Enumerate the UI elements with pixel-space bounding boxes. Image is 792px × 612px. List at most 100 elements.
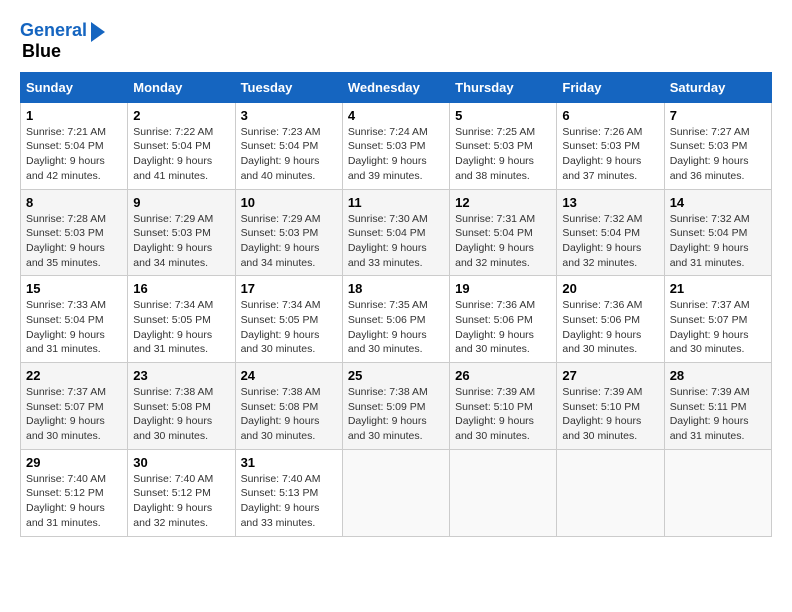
day-info: Sunrise: 7:39 AM Sunset: 5:10 PM Dayligh… [455, 385, 551, 444]
day-number: 9 [133, 195, 229, 210]
calendar-day-7: 7 Sunrise: 7:27 AM Sunset: 5:03 PM Daylig… [664, 102, 771, 189]
day-info: Sunrise: 7:22 AM Sunset: 5:04 PM Dayligh… [133, 125, 229, 184]
empty-cell [664, 449, 771, 536]
empty-cell [450, 449, 557, 536]
calendar-day-13: 13 Sunrise: 7:32 AM Sunset: 5:04 PM Dayli… [557, 189, 664, 276]
weekday-header-sunday: Sunday [21, 72, 128, 102]
day-info: Sunrise: 7:38 AM Sunset: 5:09 PM Dayligh… [348, 385, 444, 444]
calendar-week-4: 22 Sunrise: 7:37 AM Sunset: 5:07 PM Dayli… [21, 363, 772, 450]
weekday-header-friday: Friday [557, 72, 664, 102]
weekday-header-monday: Monday [128, 72, 235, 102]
day-info: Sunrise: 7:25 AM Sunset: 5:03 PM Dayligh… [455, 125, 551, 184]
calendar-day-1: 1 Sunrise: 7:21 AM Sunset: 5:04 PM Daylig… [21, 102, 128, 189]
day-info: Sunrise: 7:34 AM Sunset: 5:05 PM Dayligh… [241, 298, 337, 357]
day-number: 23 [133, 368, 229, 383]
calendar-day-28: 28Sunrise: 7:39 AM Sunset: 5:11 PM Dayli… [664, 363, 771, 450]
page-header: General Blue [20, 20, 772, 62]
day-info: Sunrise: 7:24 AM Sunset: 5:03 PM Dayligh… [348, 125, 444, 184]
empty-cell [342, 449, 449, 536]
day-info: Sunrise: 7:36 AM Sunset: 5:06 PM Dayligh… [562, 298, 658, 357]
calendar-day-30: 30 Sunrise: 7:40 AM Sunset: 5:12 PM Dayli… [128, 449, 235, 536]
calendar-day-19: 19Sunrise: 7:36 AM Sunset: 5:06 PM Dayli… [450, 276, 557, 363]
day-number: 15 [26, 281, 122, 296]
day-number: 2 [133, 108, 229, 123]
day-number: 31 [241, 455, 337, 470]
day-number: 14 [670, 195, 766, 210]
day-number: 8 [26, 195, 122, 210]
day-info: Sunrise: 7:40 AM Sunset: 5:12 PM Dayligh… [133, 472, 229, 531]
day-info: Sunrise: 7:21 AM Sunset: 5:04 PM Dayligh… [26, 125, 122, 184]
logo: General Blue [20, 20, 105, 62]
day-info: Sunrise: 7:39 AM Sunset: 5:10 PM Dayligh… [562, 385, 658, 444]
day-info: Sunrise: 7:33 AM Sunset: 5:04 PM Dayligh… [26, 298, 122, 357]
day-number: 1 [26, 108, 122, 123]
calendar-day-26: 26 Sunrise: 7:39 AM Sunset: 5:10 PM Dayli… [450, 363, 557, 450]
logo-arrow-icon [91, 22, 105, 42]
calendar-day-20: 20 Sunrise: 7:36 AM Sunset: 5:06 PM Dayli… [557, 276, 664, 363]
day-number: 13 [562, 195, 658, 210]
calendar-day-17: 17 Sunrise: 7:34 AM Sunset: 5:05 PM Dayli… [235, 276, 342, 363]
day-info: Sunrise: 7:31 AM Sunset: 5:04 PM Dayligh… [455, 212, 551, 271]
day-number: 20 [562, 281, 658, 296]
day-number: 18 [348, 281, 444, 296]
calendar-day-31: 31 Sunrise: 7:40 AM Sunset: 5:13 PM Dayli… [235, 449, 342, 536]
day-info: Sunrise: 7:37 AM Sunset: 5:07 PM Dayligh… [670, 298, 766, 357]
day-number: 30 [133, 455, 229, 470]
calendar-header: SundayMondayTuesdayWednesdayThursdayFrid… [21, 72, 772, 102]
calendar-week-2: 8 Sunrise: 7:28 AM Sunset: 5:03 PM Daylig… [21, 189, 772, 276]
calendar-day-14: 14 Sunrise: 7:32 AM Sunset: 5:04 PM Dayli… [664, 189, 771, 276]
calendar-day-16: 16Sunrise: 7:34 AM Sunset: 5:05 PM Dayli… [128, 276, 235, 363]
day-number: 25 [348, 368, 444, 383]
day-info: Sunrise: 7:39 AM Sunset: 5:11 PM Dayligh… [670, 385, 766, 444]
calendar-day-18: 18 Sunrise: 7:35 AM Sunset: 5:06 PM Dayli… [342, 276, 449, 363]
day-info: Sunrise: 7:26 AM Sunset: 5:03 PM Dayligh… [562, 125, 658, 184]
calendar-week-3: 15 Sunrise: 7:33 AM Sunset: 5:04 PM Dayli… [21, 276, 772, 363]
empty-cell [557, 449, 664, 536]
day-number: 5 [455, 108, 551, 123]
calendar-day-4: 4 Sunrise: 7:24 AM Sunset: 5:03 PM Daylig… [342, 102, 449, 189]
day-number: 7 [670, 108, 766, 123]
day-number: 22 [26, 368, 122, 383]
day-number: 24 [241, 368, 337, 383]
day-number: 4 [348, 108, 444, 123]
calendar-day-27: 27Sunrise: 7:39 AM Sunset: 5:10 PM Dayli… [557, 363, 664, 450]
day-info: Sunrise: 7:28 AM Sunset: 5:03 PM Dayligh… [26, 212, 122, 271]
weekday-header-wednesday: Wednesday [342, 72, 449, 102]
day-info: Sunrise: 7:27 AM Sunset: 5:03 PM Dayligh… [670, 125, 766, 184]
day-info: Sunrise: 7:23 AM Sunset: 5:04 PM Dayligh… [241, 125, 337, 184]
calendar-day-25: 25 Sunrise: 7:38 AM Sunset: 5:09 PM Dayli… [342, 363, 449, 450]
day-info: Sunrise: 7:38 AM Sunset: 5:08 PM Dayligh… [241, 385, 337, 444]
calendar-day-2: 2 Sunrise: 7:22 AM Sunset: 5:04 PM Daylig… [128, 102, 235, 189]
day-number: 29 [26, 455, 122, 470]
calendar-table: SundayMondayTuesdayWednesdayThursdayFrid… [20, 72, 772, 537]
weekday-header-tuesday: Tuesday [235, 72, 342, 102]
calendar-day-22: 22 Sunrise: 7:37 AM Sunset: 5:07 PM Dayli… [21, 363, 128, 450]
day-number: 26 [455, 368, 551, 383]
day-number: 10 [241, 195, 337, 210]
day-info: Sunrise: 7:29 AM Sunset: 5:03 PM Dayligh… [133, 212, 229, 271]
day-info: Sunrise: 7:32 AM Sunset: 5:04 PM Dayligh… [670, 212, 766, 271]
day-info: Sunrise: 7:37 AM Sunset: 5:07 PM Dayligh… [26, 385, 122, 444]
day-info: Sunrise: 7:30 AM Sunset: 5:04 PM Dayligh… [348, 212, 444, 271]
calendar-day-5: 5 Sunrise: 7:25 AM Sunset: 5:03 PM Daylig… [450, 102, 557, 189]
calendar-day-9: 9 Sunrise: 7:29 AM Sunset: 5:03 PM Daylig… [128, 189, 235, 276]
day-number: 21 [670, 281, 766, 296]
day-number: 17 [241, 281, 337, 296]
day-info: Sunrise: 7:34 AM Sunset: 5:05 PM Dayligh… [133, 298, 229, 357]
day-number: 12 [455, 195, 551, 210]
day-info: Sunrise: 7:38 AM Sunset: 5:08 PM Dayligh… [133, 385, 229, 444]
day-number: 11 [348, 195, 444, 210]
calendar-day-21: 21 Sunrise: 7:37 AM Sunset: 5:07 PM Dayli… [664, 276, 771, 363]
day-info: Sunrise: 7:32 AM Sunset: 5:04 PM Dayligh… [562, 212, 658, 271]
calendar-day-15: 15 Sunrise: 7:33 AM Sunset: 5:04 PM Dayli… [21, 276, 128, 363]
day-info: Sunrise: 7:40 AM Sunset: 5:13 PM Dayligh… [241, 472, 337, 531]
day-info: Sunrise: 7:35 AM Sunset: 5:06 PM Dayligh… [348, 298, 444, 357]
day-number: 19 [455, 281, 551, 296]
calendar-day-23: 23 Sunrise: 7:38 AM Sunset: 5:08 PM Dayli… [128, 363, 235, 450]
weekday-header-thursday: Thursday [450, 72, 557, 102]
calendar-week-1: 1 Sunrise: 7:21 AM Sunset: 5:04 PM Daylig… [21, 102, 772, 189]
calendar-day-12: 12 Sunrise: 7:31 AM Sunset: 5:04 PM Dayli… [450, 189, 557, 276]
calendar-day-29: 29Sunrise: 7:40 AM Sunset: 5:12 PM Dayli… [21, 449, 128, 536]
logo-text-blue: Blue [22, 42, 61, 62]
calendar-day-10: 10Sunrise: 7:29 AM Sunset: 5:03 PM Dayli… [235, 189, 342, 276]
